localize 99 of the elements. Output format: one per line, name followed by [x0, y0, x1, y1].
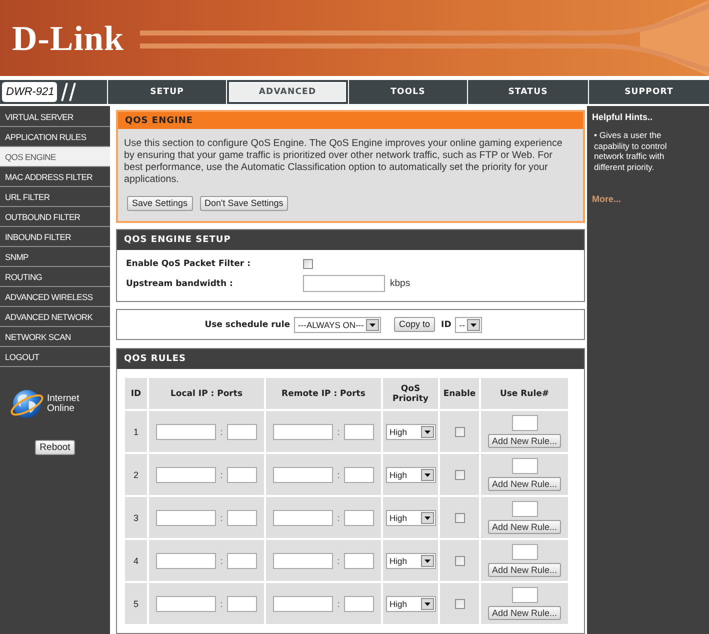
- priority-select[interactable]: High: [386, 510, 436, 526]
- more-link[interactable]: More...: [592, 194, 622, 204]
- rule-number-field[interactable]: [512, 458, 538, 474]
- nav-tab[interactable]: SETUP: [108, 80, 226, 104]
- caret-icon: [420, 598, 434, 610]
- ip-address-field[interactable]: [156, 510, 216, 526]
- add-rule-button[interactable]: Add New Rule...: [488, 434, 562, 448]
- enable-checkbox[interactable]: [454, 556, 464, 566]
- save-button[interactable]: Save Settings: [127, 196, 193, 211]
- ip-address-field[interactable]: [156, 596, 216, 612]
- ip-address-field[interactable]: [273, 466, 334, 482]
- ip-address-field[interactable]: [273, 424, 334, 440]
- port-field[interactable]: [226, 424, 257, 440]
- ip-address-field[interactable]: [156, 466, 216, 482]
- table-cell: 3: [125, 497, 147, 538]
- table-cell: 2: [125, 454, 147, 495]
- hint-text: • Gives a user the capability to control network traffic with different priority.: [593, 130, 668, 172]
- table-cell: 5: [125, 583, 147, 624]
- caret-icon: [467, 318, 480, 330]
- separator-text: :: [337, 598, 340, 608]
- sidebar-item[interactable]: QOS ENGINE: [0, 147, 110, 167]
- nav-tab[interactable]: STATUS: [468, 80, 588, 104]
- connection-status: Online: [47, 404, 76, 414]
- priority-select[interactable]: High: [386, 424, 436, 440]
- panel-title: QOS RULES: [117, 349, 584, 369]
- unit-label: kbps: [390, 278, 410, 289]
- caret-icon: [420, 426, 434, 438]
- add-rule-button[interactable]: Add New Rule...: [488, 563, 562, 577]
- ip-address-field[interactable]: [156, 424, 216, 440]
- field-label: Upstream bandwidth :: [126, 278, 234, 288]
- ip-address-field[interactable]: [273, 510, 334, 526]
- separator-text: :: [337, 426, 340, 436]
- description-text: Use this section to configure QoS Engine. The QoS Engine improves your online gaming experience by ensuring that your game traffic is prioritized over other network traffic, such as FTP or Web. For best performance, use the Automatic Classification option to automatically set the priority for your applications.: [124, 138, 564, 186]
- port-field[interactable]: [344, 466, 374, 482]
- bandwidth-field[interactable]: [303, 275, 385, 292]
- enable-checkbox[interactable]: [454, 598, 464, 608]
- enable-checkbox[interactable]: [454, 426, 464, 436]
- copy-button[interactable]: Copy to: [394, 317, 436, 332]
- hints-title: Helpful Hints..: [592, 112, 652, 122]
- port-field[interactable]: [344, 424, 374, 440]
- reboot-button[interactable]: Reboot: [34, 440, 76, 455]
- table-cell: 4: [125, 540, 147, 581]
- separator-text: :: [337, 470, 340, 480]
- column-header: ID: [125, 378, 147, 409]
- field-label: ID: [441, 320, 452, 330]
- rule-number-field[interactable]: [512, 544, 538, 560]
- separator-text: :: [220, 556, 223, 566]
- globe-icon: [9, 387, 45, 421]
- enable-checkbox[interactable]: [454, 470, 464, 480]
- field-label: Enable QoS Packet Filter :: [126, 259, 252, 269]
- add-rule-button[interactable]: Add New Rule...: [488, 477, 562, 491]
- ip-address-field[interactable]: [273, 552, 334, 568]
- nav-tab[interactable]: TOOLS: [349, 80, 467, 104]
- caret-icon: [420, 468, 434, 480]
- separator-text: :: [220, 512, 223, 522]
- port-field[interactable]: [226, 466, 257, 482]
- priority-select[interactable]: High: [386, 466, 436, 482]
- separator-text: :: [337, 512, 340, 522]
- column-header: QoS Priority: [383, 378, 438, 409]
- column-header: Local IP : Ports: [149, 378, 264, 409]
- cancel-button[interactable]: Don't Save Settings: [200, 196, 288, 211]
- column-header: Remote IP : Ports: [266, 378, 381, 409]
- packet-filter-checkbox[interactable]: [303, 259, 313, 269]
- port-field[interactable]: [344, 510, 374, 526]
- connection-label: Internet: [47, 394, 80, 404]
- model-name: DWR-921: [2, 82, 58, 102]
- nav-tab[interactable]: ADVANCED: [227, 80, 348, 104]
- priority-select[interactable]: High: [386, 552, 436, 568]
- caret-icon: [420, 512, 434, 524]
- port-field[interactable]: [226, 596, 257, 612]
- column-header: Use Rule#: [481, 378, 568, 409]
- separator-text: :: [337, 556, 340, 566]
- logo: D-Link: [12, 20, 124, 56]
- ip-address-field[interactable]: [156, 552, 216, 568]
- panel-title: QOS ENGINE: [118, 112, 583, 129]
- add-rule-button[interactable]: Add New Rule...: [488, 606, 562, 620]
- port-field[interactable]: [226, 510, 257, 526]
- separator-text: :: [220, 426, 223, 436]
- port-field[interactable]: [344, 552, 374, 568]
- rule-number-field[interactable]: [512, 501, 538, 517]
- column-header: Enable: [440, 378, 479, 409]
- field-label: Use schedule rule: [204, 320, 290, 330]
- rule-number-field[interactable]: [512, 587, 538, 603]
- nav-tab[interactable]: SUPPORT: [589, 80, 709, 104]
- table-cell: 1: [125, 411, 147, 452]
- priority-select[interactable]: High: [386, 596, 436, 612]
- add-rule-button[interactable]: Add New Rule...: [488, 520, 562, 534]
- enable-checkbox[interactable]: [454, 512, 464, 522]
- rule-number-field[interactable]: [512, 415, 538, 431]
- schedule-rule-select[interactable]: ---ALWAYS ON---: [294, 316, 382, 332]
- caret-icon: [420, 554, 434, 566]
- separator-text: :: [220, 598, 223, 608]
- port-field[interactable]: [226, 552, 257, 568]
- caret-icon: [366, 318, 380, 330]
- port-field[interactable]: [344, 596, 374, 612]
- ip-address-field[interactable]: [273, 596, 334, 612]
- separator-text: :: [220, 470, 223, 480]
- panel-title: QOS ENGINE SETUP: [117, 230, 584, 250]
- id-select[interactable]: --: [455, 316, 482, 332]
